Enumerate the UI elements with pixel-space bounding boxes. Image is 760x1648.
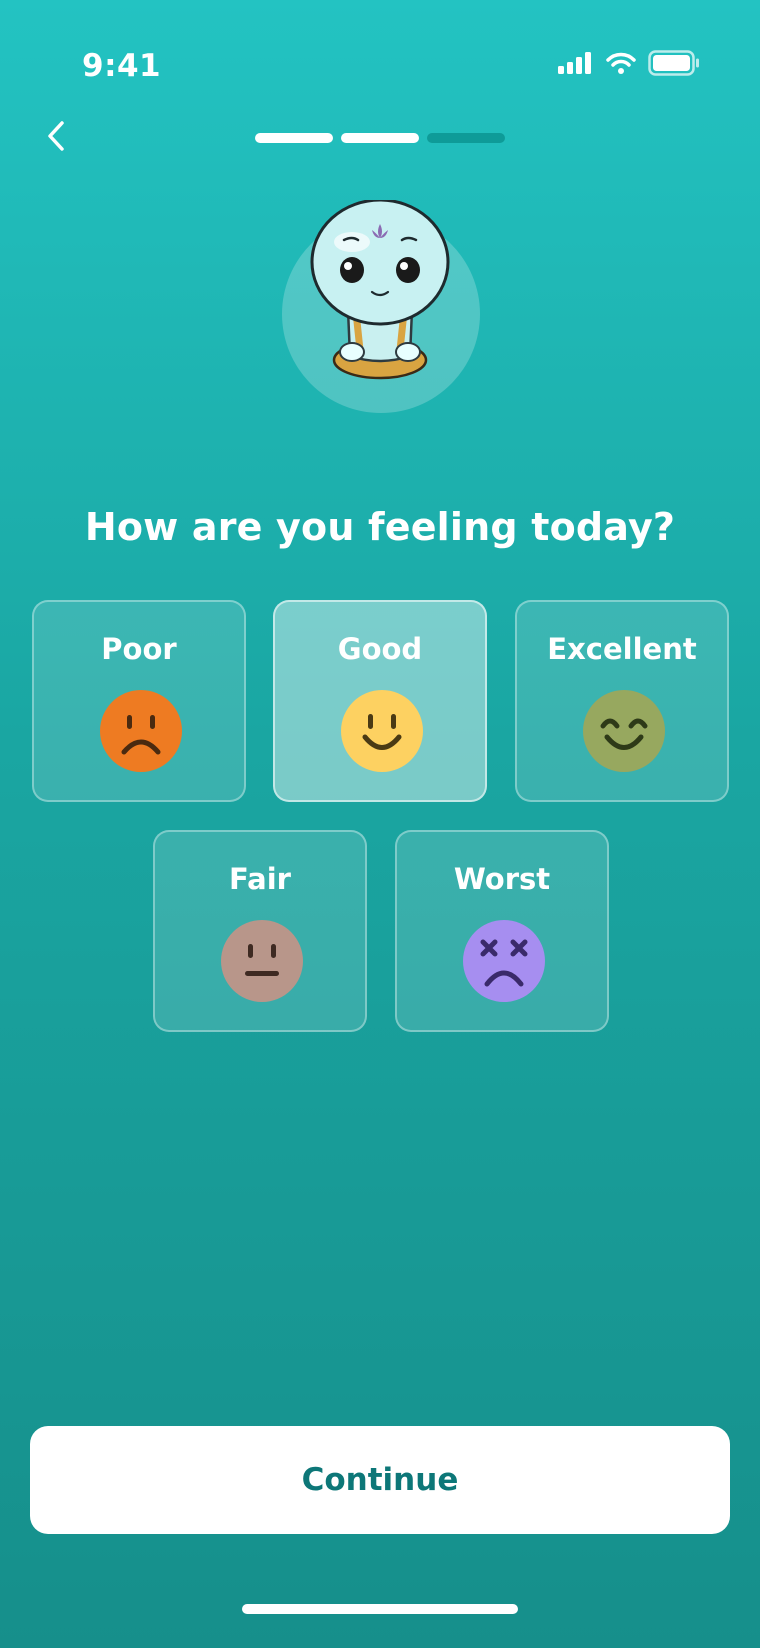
question-title: How are you feeling today? [84, 505, 676, 549]
progress-indicator [255, 133, 505, 143]
smile-face-icon [341, 690, 423, 772]
progress-step [255, 133, 333, 143]
dizzy-face-icon [463, 920, 545, 1002]
mood-label: Good [337, 632, 423, 666]
status-bar: 9:41 [0, 0, 760, 130]
mood-label: Fair [229, 862, 291, 896]
wifi-icon [606, 52, 636, 78]
progress-step [427, 133, 505, 143]
meditating-mascot-icon [290, 198, 470, 400]
happy-face-icon [583, 690, 665, 772]
status-icons [558, 50, 700, 80]
chevron-left-icon [44, 119, 68, 157]
mood-option-excellent[interactable]: Excellent [515, 600, 729, 802]
battery-icon [648, 50, 700, 80]
mood-option-fair[interactable]: Fair [153, 830, 367, 1032]
mood-option-good[interactable]: Good [273, 600, 487, 802]
neutral-face-icon [221, 920, 303, 1002]
sad-face-icon [100, 690, 182, 772]
mood-label: Worst [453, 862, 551, 896]
signal-icon [558, 52, 594, 78]
mood-option-worst[interactable]: Worst [395, 830, 609, 1032]
continue-button[interactable]: Continue [30, 1426, 730, 1534]
progress-step [341, 133, 419, 143]
status-time: 9:41 [82, 48, 162, 84]
back-button[interactable] [34, 114, 78, 162]
home-indicator[interactable] [242, 1604, 518, 1614]
mood-option-poor[interactable]: Poor [32, 600, 246, 802]
mood-label: Poor [101, 632, 177, 666]
mood-label: Excellent [547, 632, 697, 666]
